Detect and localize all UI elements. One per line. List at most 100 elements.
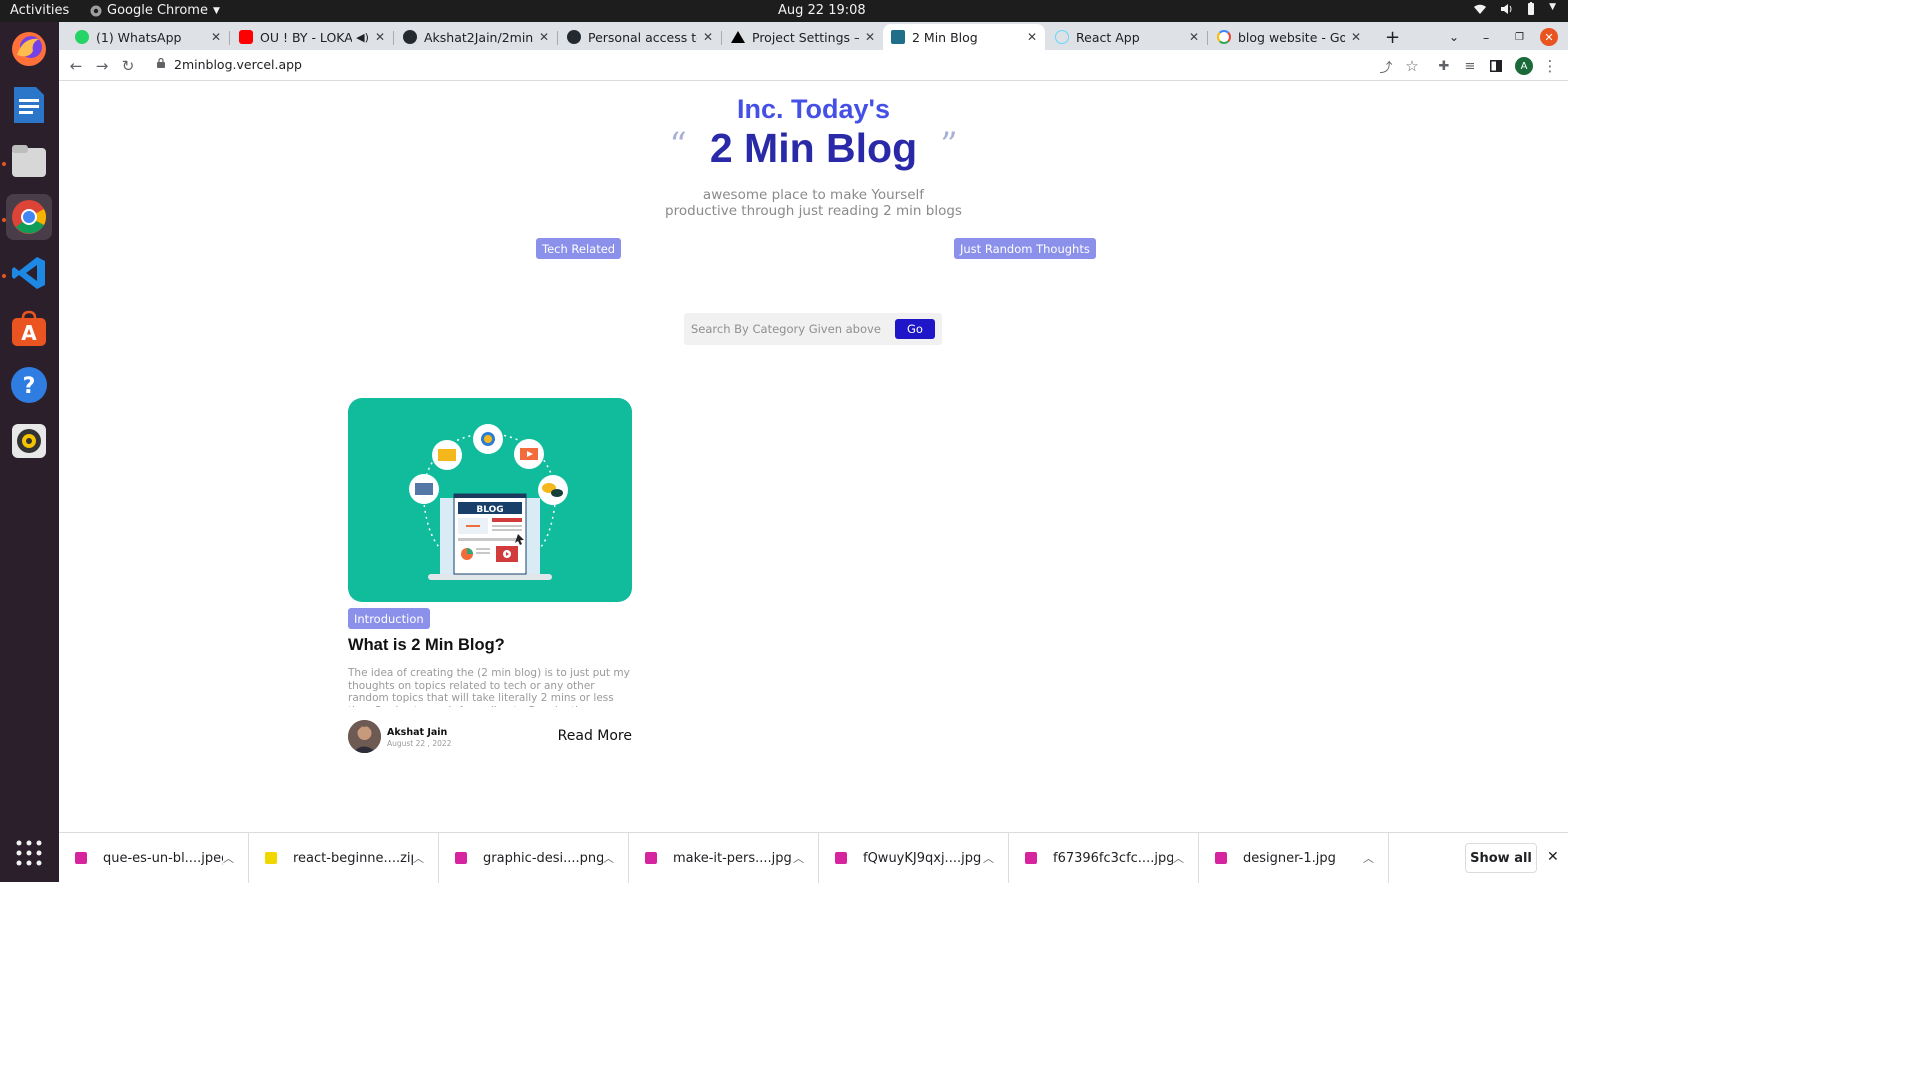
media-queue-icon: ≡ xyxy=(1464,58,1476,74)
dock-software[interactable]: A xyxy=(6,306,52,352)
tab-search-button[interactable]: ⌄ xyxy=(1441,24,1461,50)
go-button[interactable]: Go xyxy=(895,319,935,339)
app-menu[interactable]: Google Chrome ▼ xyxy=(90,3,220,18)
tab-close-icon[interactable]: ✕ xyxy=(1189,30,1199,44)
tab-github-tokens[interactable]: Personal access tok ✕ xyxy=(559,24,721,50)
back-button[interactable]: ← xyxy=(65,55,87,77)
tab-close-icon[interactable]: ✕ xyxy=(211,30,221,44)
download-filename: fQwuyKJ9qxj....jpg xyxy=(863,850,982,866)
download-item[interactable]: fQwuyKJ9qxj....jpg ︿ xyxy=(819,833,1009,883)
chevron-up-icon[interactable]: ︿ xyxy=(603,850,614,866)
image-file-icon xyxy=(1025,852,1037,864)
bookmark-button[interactable]: ☆ xyxy=(1401,55,1423,77)
dock-writer[interactable] xyxy=(6,82,52,128)
tab-close-icon[interactable]: ✕ xyxy=(539,30,549,44)
search-input[interactable] xyxy=(691,320,886,338)
tab-label: Project Settings – D xyxy=(752,29,859,45)
blog-image-label: BLOG xyxy=(476,505,503,515)
puzzle-icon: ✚ xyxy=(1438,58,1450,74)
blog-card-tag[interactable]: Introduction xyxy=(348,608,430,629)
tab-separator xyxy=(393,31,394,45)
address-bar[interactable]: 2minblog.vercel.app xyxy=(174,57,302,72)
chevron-up-icon[interactable]: ︿ xyxy=(983,850,994,866)
tab-close-icon[interactable]: ✕ xyxy=(865,30,875,44)
tab-label: (1) WhatsApp xyxy=(96,29,182,45)
tab-label: Akshat2Jain/2min-B xyxy=(424,29,533,45)
wifi-icon[interactable] xyxy=(1473,2,1487,20)
forward-button[interactable]: → xyxy=(91,55,113,77)
show-all-downloads-button[interactable]: Show all xyxy=(1465,843,1537,873)
author-name: Akshat Jain xyxy=(387,727,448,738)
vscode-icon xyxy=(12,257,45,289)
firefox-icon xyxy=(12,32,46,66)
post-date: August 22 , 2022 xyxy=(387,739,452,748)
category-random-thoughts-button[interactable]: Just Random Thoughts xyxy=(954,238,1096,259)
tab-close-icon[interactable]: ✕ xyxy=(1027,30,1037,44)
plus-icon: + xyxy=(1385,26,1401,48)
download-item[interactable]: react-beginne....zip ︿ xyxy=(249,833,439,883)
image-file-icon xyxy=(75,852,87,864)
tab-close-icon[interactable]: ✕ xyxy=(1351,30,1361,44)
avatar: A xyxy=(1515,57,1533,75)
close-quote: ” xyxy=(940,125,958,165)
blog-card[interactable]: BLOG Introduction What is 2 Min Blog? Th… xyxy=(348,398,632,753)
extensions-button[interactable]: ✚ xyxy=(1433,55,1455,77)
tab-whatsapp[interactable]: (1) WhatsApp ✕ xyxy=(67,24,229,50)
dock-files[interactable] xyxy=(6,138,52,184)
blog-card-title[interactable]: What is 2 Min Blog? xyxy=(348,636,505,655)
battery-icon[interactable] xyxy=(1525,2,1537,20)
tab-github-repo[interactable]: Akshat2Jain/2min-B ✕ xyxy=(395,24,557,50)
tab-react-app[interactable]: React App ✕ xyxy=(1047,24,1207,50)
download-item[interactable]: que-es-un-bl....jpeg ︿ xyxy=(59,833,249,883)
tab-vercel[interactable]: Project Settings – D ✕ xyxy=(723,24,883,50)
download-item[interactable]: make-it-pers....jpg ︿ xyxy=(629,833,819,883)
dock-app-grid[interactable] xyxy=(6,830,52,876)
new-tab-button[interactable]: + xyxy=(1377,24,1401,50)
tab-close-icon[interactable]: ✕ xyxy=(375,30,385,44)
dock-help[interactable]: ? xyxy=(6,362,52,408)
minimize-button[interactable]: – xyxy=(1475,24,1493,50)
lock-icon[interactable] xyxy=(157,58,165,68)
media-button[interactable]: ≡ xyxy=(1459,55,1481,77)
tab-2-min-blog[interactable]: 2 Min Blog ✕ xyxy=(883,24,1045,50)
chevron-up-icon[interactable]: ︿ xyxy=(793,850,804,866)
close-shelf-icon[interactable]: ✕ xyxy=(1547,849,1559,865)
download-item[interactable]: graphic-desi....png ︿ xyxy=(439,833,629,883)
profile-button[interactable]: A xyxy=(1513,55,1535,77)
dock-firefox[interactable] xyxy=(6,26,52,72)
subtitle-line: productive through just reading 2 min bl… xyxy=(665,203,962,219)
blog-card-image[interactable]: BLOG xyxy=(348,398,632,602)
side-panel-icon xyxy=(1490,60,1502,72)
share-button[interactable]: ⤴ xyxy=(1375,55,1397,77)
tab-separator xyxy=(721,31,722,45)
video-bubble-icon xyxy=(514,439,544,469)
side-panel-button[interactable] xyxy=(1485,55,1507,77)
dock-rhythmbox[interactable] xyxy=(6,418,52,464)
activities-button[interactable]: Activities xyxy=(10,3,69,18)
chrome-menu-button[interactable]: ⋮ xyxy=(1539,55,1561,77)
system-tray[interactable]: ▼ xyxy=(1473,2,1556,20)
dock-chrome[interactable] xyxy=(6,194,52,240)
chevron-up-icon[interactable]: ︿ xyxy=(223,850,234,866)
tab-youtube[interactable]: OU ! BY - LOKA ◀) ✕ xyxy=(231,24,393,50)
download-item[interactable]: designer-1.jpg ︿ xyxy=(1199,833,1389,883)
vercel-icon xyxy=(731,31,745,43)
close-window-button[interactable]: ✕ xyxy=(1539,24,1559,50)
volume-icon[interactable] xyxy=(1499,2,1513,20)
read-more-link[interactable]: Read More xyxy=(558,728,632,744)
download-filename: f67396fc3cfc....jpg xyxy=(1053,850,1173,866)
chevron-up-icon[interactable]: ︿ xyxy=(1173,850,1184,866)
tab-google-search[interactable]: blog website - Goog ✕ xyxy=(1209,24,1369,50)
dock-vscode[interactable] xyxy=(6,250,52,296)
download-item[interactable]: f67396fc3cfc....jpg ︿ xyxy=(1009,833,1199,883)
power-menu-caret-icon[interactable]: ▼ xyxy=(1549,2,1556,20)
reload-button[interactable]: ↻ xyxy=(117,55,139,77)
category-tech-related-button[interactable]: Tech Related xyxy=(536,238,622,259)
clock[interactable]: Aug 22 19:08 xyxy=(778,3,866,18)
restore-button[interactable]: ❐ xyxy=(1507,24,1525,50)
chevron-up-icon[interactable]: ︿ xyxy=(1363,850,1374,866)
tab-label: Personal access tok xyxy=(588,29,697,45)
tab-close-icon[interactable]: ✕ xyxy=(703,30,713,44)
audio-playing-icon[interactable]: ◀) xyxy=(356,31,369,44)
chevron-up-icon[interactable]: ︿ xyxy=(413,850,424,866)
